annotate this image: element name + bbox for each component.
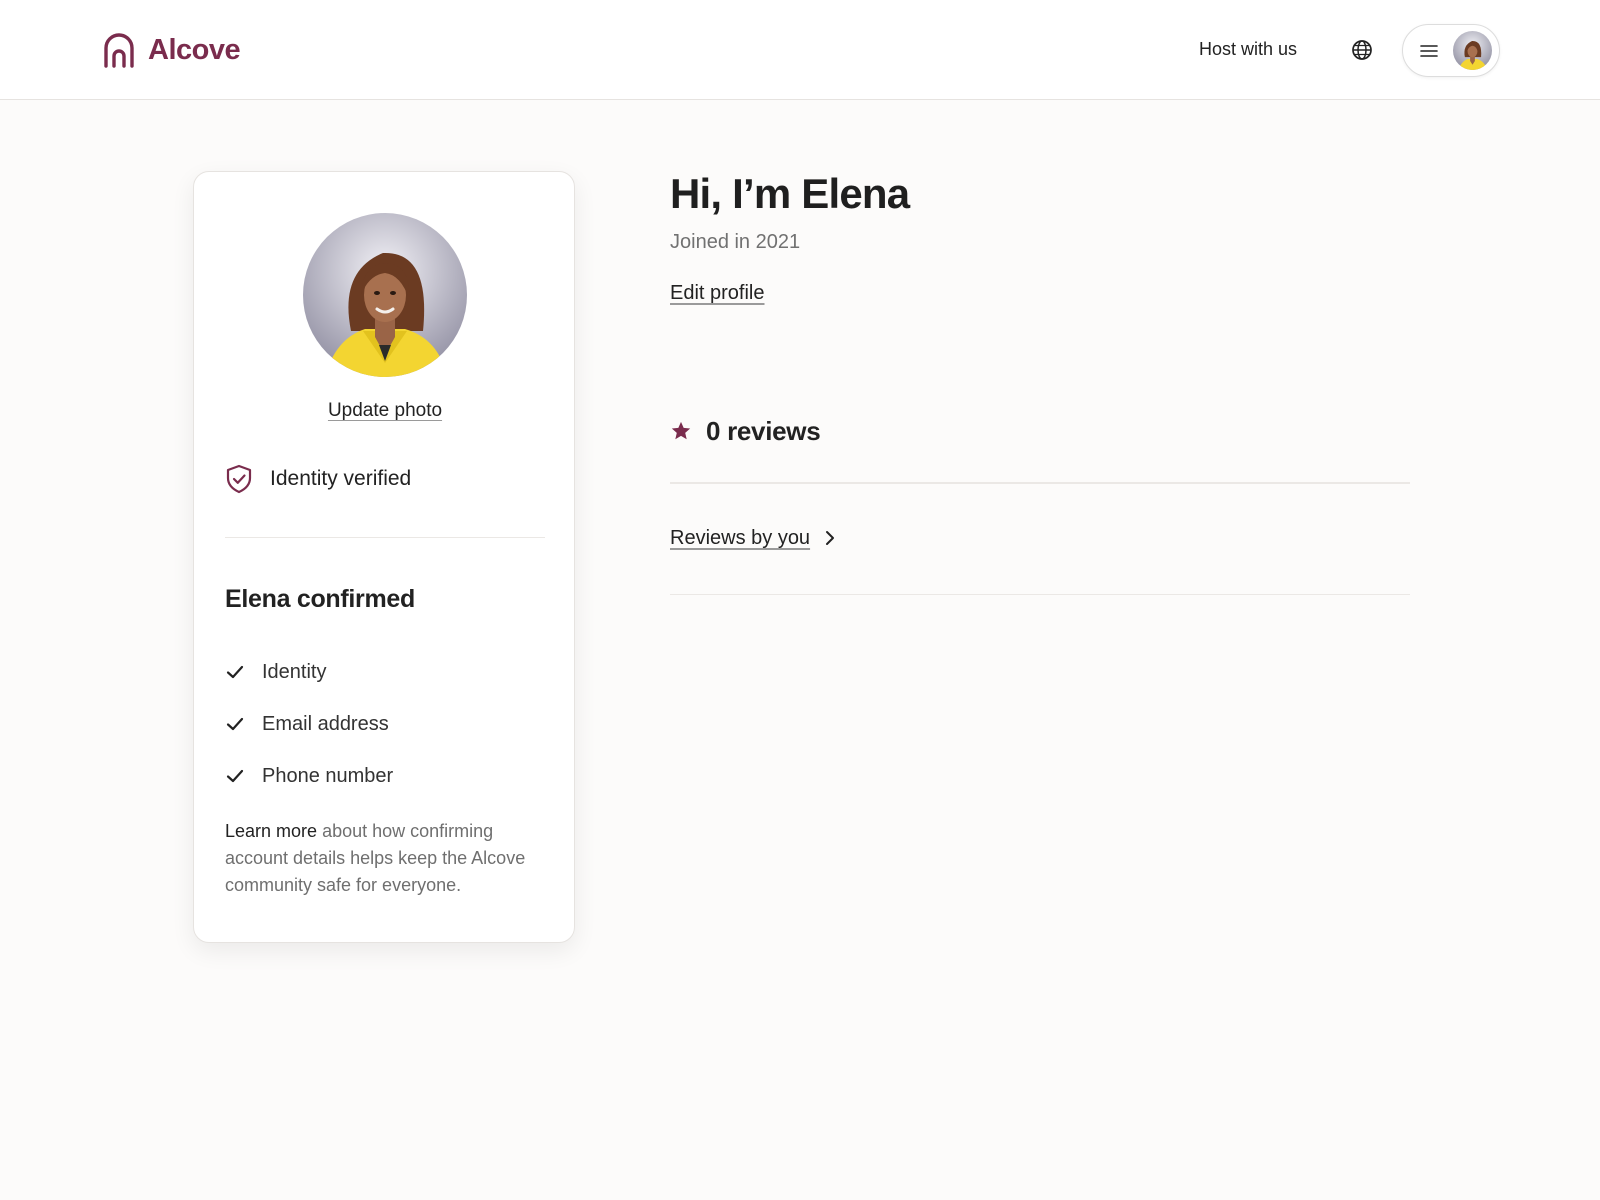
confirmed-list: Identity Email address Phone number [225, 646, 393, 802]
update-photo-link[interactable]: Update photo [328, 400, 442, 421]
logo-text: Alcove [148, 34, 241, 66]
user-menu-button[interactable] [1402, 24, 1500, 77]
reviews-by-you-link[interactable]: Reviews by you [670, 525, 837, 551]
star-icon [671, 421, 691, 440]
confirmed-item-label: Identity [262, 661, 327, 683]
section-divider [670, 482, 1410, 484]
top-header: Alcove Host with us [0, 0, 1600, 100]
identity-verified-badge: Identity verified [225, 464, 411, 494]
edit-profile-link[interactable]: Edit profile [670, 280, 765, 306]
page-title: Hi, I’m Elena [670, 170, 910, 217]
identity-verified-label: Identity verified [270, 467, 412, 490]
checkmark-icon [226, 769, 244, 783]
learn-more-paragraph: Learn more about how confirming account … [225, 818, 555, 899]
reviews-by-you-label: Reviews by you [670, 527, 811, 549]
language-button[interactable] [1348, 36, 1376, 64]
reviews-summary: 0 reviews [670, 414, 821, 448]
host-with-us-link[interactable]: Host with us [1199, 37, 1297, 61]
confirmed-item-identity: Identity [225, 646, 393, 698]
profile-card: Update photo Identity verified Elena con… [193, 171, 575, 943]
user-avatar-small [1453, 31, 1492, 70]
confirmed-item-label: Email address [262, 713, 389, 735]
joined-date: Joined in 2021 [670, 231, 801, 253]
checkmark-icon [226, 665, 244, 679]
checkmark-icon [226, 717, 244, 731]
shield-check-icon [226, 464, 252, 494]
alcove-logo[interactable]: Alcove [103, 32, 241, 68]
learn-more-link[interactable]: Learn more [225, 821, 317, 841]
chevron-right-icon [826, 531, 835, 545]
confirmed-item-phone: Phone number [225, 750, 393, 802]
globe-icon [1352, 40, 1372, 60]
hamburger-menu-icon [1420, 45, 1438, 57]
update-photo-wrap: Update photo [194, 398, 576, 424]
confirmed-title: Elena confirmed [225, 585, 415, 613]
confirmed-item-label: Phone number [262, 765, 394, 787]
confirmed-item-email: Email address [225, 698, 393, 750]
reviews-count: 0 reviews [706, 416, 821, 446]
section-divider [670, 594, 1410, 595]
profile-photo [303, 213, 467, 377]
arch-logo-icon [104, 33, 134, 68]
card-divider [225, 537, 545, 538]
